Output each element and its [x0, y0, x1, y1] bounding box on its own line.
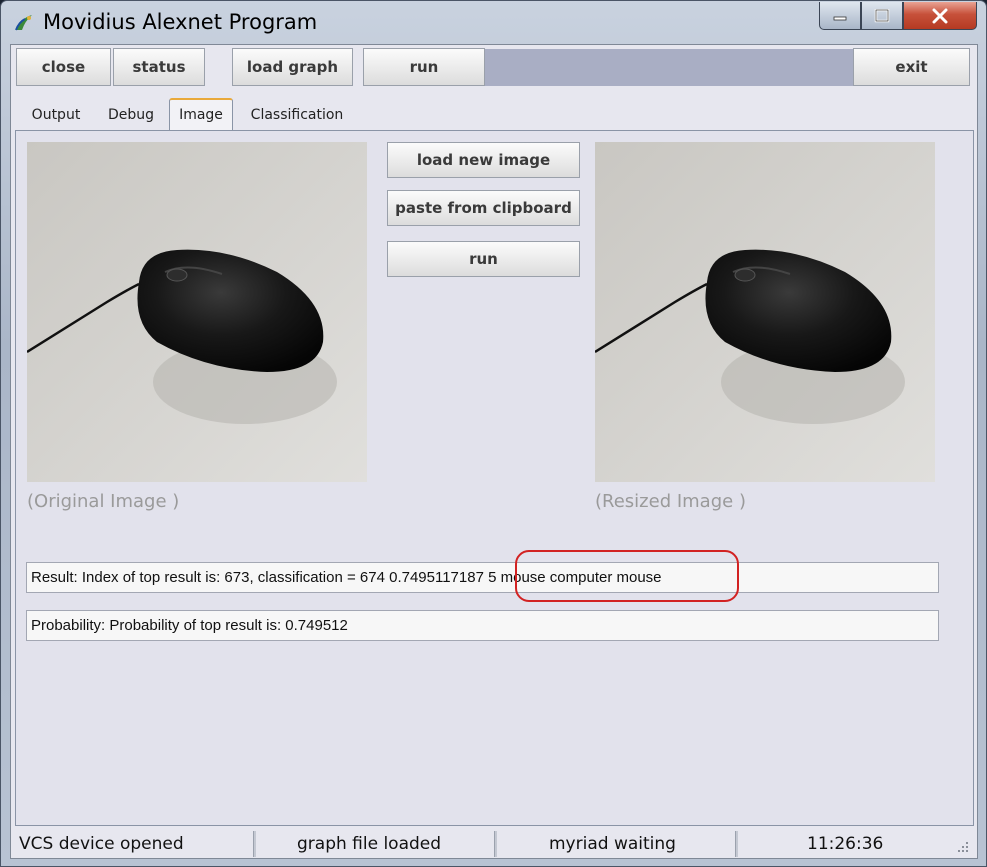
- status-divider: [735, 831, 738, 857]
- resized-image-caption: (Resized Image ): [595, 491, 746, 512]
- maximize-icon: [874, 8, 890, 22]
- app-icon: [15, 15, 32, 31]
- tab-classification[interactable]: Classification: [243, 101, 351, 129]
- result-field: Result: Index of top result is: 673, cla…: [26, 562, 939, 593]
- close-button[interactable]: close: [16, 48, 111, 86]
- tab-output[interactable]: Output: [23, 101, 89, 129]
- window-title: Movidius Alexnet Program: [43, 10, 318, 34]
- mouse-photo-resized: [595, 142, 935, 482]
- status-button[interactable]: status: [113, 48, 205, 86]
- status-divider: [494, 831, 497, 857]
- load-new-image-button[interactable]: load new image: [387, 142, 580, 178]
- original-image: [27, 142, 367, 482]
- minimize-icon: [833, 16, 847, 20]
- window-close-button[interactable]: [903, 2, 977, 30]
- status-time: 11:26:36: [807, 834, 884, 854]
- exit-button[interactable]: exit: [853, 48, 970, 86]
- tab-debug[interactable]: Debug: [99, 101, 163, 129]
- annotation-highlight: [515, 550, 739, 602]
- run-toolbar-button[interactable]: run: [363, 48, 485, 86]
- status-bar: VCS device opened graph file loaded myri…: [11, 829, 977, 859]
- status-myriad: myriad waiting: [549, 834, 676, 854]
- maximize-button[interactable]: [861, 2, 903, 30]
- run-image-button[interactable]: run: [387, 241, 580, 277]
- resized-image: [595, 142, 935, 482]
- load-graph-button[interactable]: load graph: [232, 48, 353, 86]
- paste-from-clipboard-button[interactable]: paste from clipboard: [387, 190, 580, 226]
- status-divider: [253, 831, 256, 857]
- app-window: Movidius Alexnet Program close status lo…: [0, 0, 987, 867]
- close-icon: [932, 8, 948, 23]
- title-bar[interactable]: Movidius Alexnet Program: [1, 1, 986, 45]
- status-graph: graph file loaded: [297, 834, 442, 854]
- mouse-photo: [27, 142, 367, 482]
- toolbar-spacer: [485, 49, 853, 86]
- resize-grip-icon[interactable]: [955, 839, 969, 853]
- probability-field: Probability: Probability of top result i…: [26, 610, 939, 641]
- original-image-caption: (Original Image ): [27, 491, 180, 512]
- tab-image[interactable]: Image: [169, 98, 233, 130]
- minimize-button[interactable]: [819, 2, 861, 30]
- status-device: VCS device opened: [19, 834, 184, 854]
